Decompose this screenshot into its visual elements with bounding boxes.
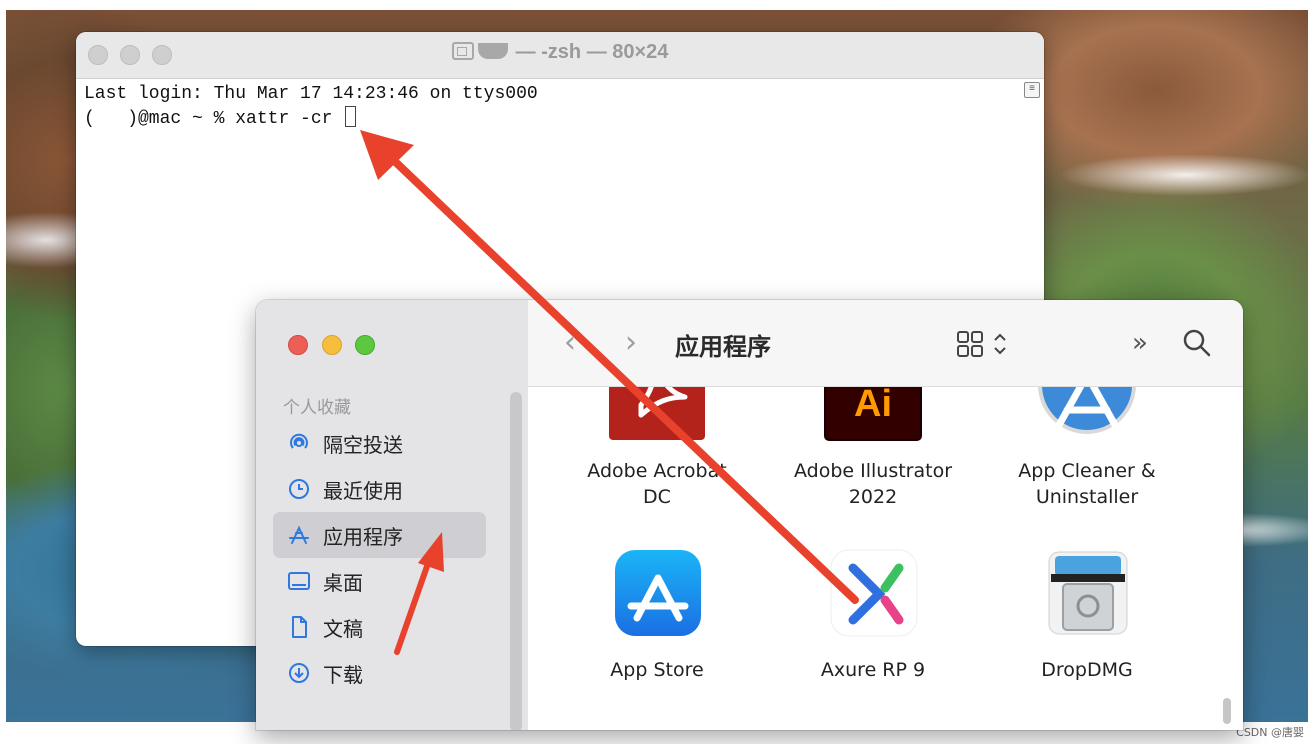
app-label: Adobe Acrobat DC [552, 458, 762, 510]
command-text: xattr -cr [235, 109, 344, 129]
view-mode-toggle[interactable] [956, 330, 1012, 358]
terminal-titlebar[interactable]: — -zsh — 80×24 [76, 32, 1044, 79]
back-button[interactable]: ‹ [564, 328, 576, 358]
applications-icon [287, 523, 311, 547]
download-icon [287, 661, 311, 685]
sidebar-item-airdrop[interactable]: 隔空投送 [273, 420, 486, 466]
finder-sidebar: 个人收藏 隔空投送 最近使用 应用程序 桌面 文稿 下载 [256, 300, 529, 730]
zoom-button[interactable] [355, 335, 375, 355]
sidebar-item-label: 桌面 [323, 570, 363, 595]
app-label-line1: Axure RP 9 [820, 659, 926, 681]
acrobat-icon [607, 387, 707, 440]
app-label-line1: Adobe Illustrator [793, 460, 953, 482]
desktop-icon [287, 569, 311, 593]
terminal-title-text: — -zsh — 80×24 [515, 41, 669, 63]
app-dropdmg[interactable]: DropDMG [982, 548, 1192, 683]
clock-icon [287, 477, 311, 501]
app-label: App Cleaner & Uninstaller [982, 458, 1192, 510]
grid-view-icon [957, 331, 1006, 357]
app-label: Adobe Illustrator 2022 [768, 458, 978, 510]
applications-grid: Adobe Acrobat DC Ai Adobe Illustrator 2022… [528, 387, 1243, 730]
app-adobe-illustrator[interactable]: Ai Adobe Illustrator 2022 [768, 387, 978, 510]
app-label-line1: Adobe Acrobat [587, 460, 727, 482]
sidebar-item-downloads[interactable]: 下载 [273, 650, 486, 696]
more-toolbar-button[interactable]: » [1132, 330, 1148, 356]
sidebar-item-desktop[interactable]: 桌面 [273, 558, 486, 604]
app-label: DropDMG [982, 657, 1192, 683]
sidebar-item-recents[interactable]: 最近使用 [273, 466, 486, 512]
sidebar-item-label: 隔空投送 [323, 432, 403, 457]
app-cleaner-icon [1037, 387, 1137, 435]
prompt-line[interactable]: ( )@mac ~ % xattr -cr [84, 106, 1014, 131]
minimize-button[interactable] [322, 335, 342, 355]
app-label-line1: App Cleaner & [1018, 460, 1156, 482]
app-store-icon [607, 548, 707, 648]
document-icon [287, 615, 311, 639]
sidebar-item-documents[interactable]: 文稿 [273, 604, 486, 650]
app-axure-rp[interactable]: Axure RP 9 [768, 548, 978, 683]
finder-toolbar: ‹ › 应用程序 » [528, 300, 1243, 387]
sidebar-item-label: 最近使用 [323, 478, 403, 503]
terminal-title: — -zsh — 80×24 [76, 41, 1044, 64]
app-label-line1: App Store [610, 659, 704, 681]
sidebar-item-label: 应用程序 [323, 524, 403, 549]
forward-button[interactable]: › [625, 328, 637, 358]
airdrop-icon [287, 431, 311, 455]
app-label-line2: 2022 [848, 486, 898, 508]
sidebar-item-label: 下载 [323, 662, 363, 687]
dropdmg-icon [1037, 548, 1137, 648]
illustrator-icon: Ai [823, 387, 923, 441]
app-label-line1: DropDMG [1041, 659, 1133, 681]
content-scrollbar[interactable] [1223, 698, 1231, 724]
app-app-store[interactable]: App Store [552, 548, 762, 683]
terminal-output[interactable]: Last login: Thu Mar 17 14:23:46 on ttys0… [84, 82, 1014, 131]
app-label-line2: Uninstaller [1035, 486, 1139, 508]
prompt: ( )@mac ~ % [84, 109, 236, 129]
folder-icon [451, 42, 474, 60]
text-cursor [345, 106, 357, 127]
app-label-line2: DC [643, 486, 671, 508]
search-icon[interactable] [1182, 328, 1212, 358]
sidebar-heading-favorites: 个人收藏 [283, 398, 351, 418]
last-login-line: Last login: Thu Mar 17 14:23:46 on ttys0… [84, 84, 538, 104]
app-label: Axure RP 9 [768, 657, 978, 683]
user-icon [477, 43, 508, 59]
axure-icon [823, 548, 923, 648]
app-adobe-acrobat[interactable]: Adobe Acrobat DC [552, 387, 762, 510]
close-button[interactable] [288, 335, 308, 355]
sidebar-scrollbar[interactable] [510, 392, 522, 730]
sidebar-item-label: 文稿 [323, 616, 363, 641]
sidebar-item-applications[interactable]: 应用程序 [273, 512, 486, 558]
finder-window[interactable]: 个人收藏 隔空投送 最近使用 应用程序 桌面 文稿 下载 ‹ › 应用程序 » … [256, 300, 1243, 730]
app-label: App Store [552, 657, 762, 683]
watermark: CSDN @唐婴 [1236, 726, 1304, 739]
app-app-cleaner[interactable]: App Cleaner & Uninstaller [982, 387, 1192, 510]
illustrator-icon-text: Ai [854, 387, 892, 425]
toolbar-title: 应用程序 [675, 333, 771, 361]
scroll-indicator-icon[interactable]: ≡ [1024, 82, 1040, 98]
